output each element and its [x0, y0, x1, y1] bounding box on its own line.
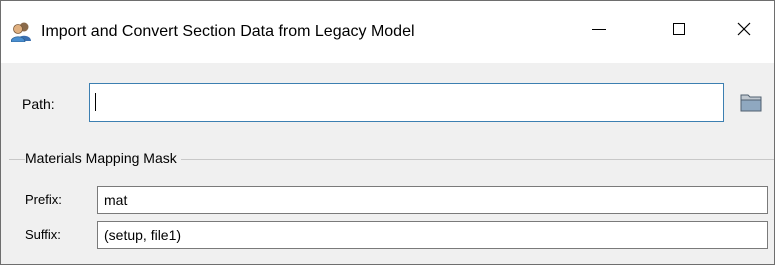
minimize-icon [591, 21, 607, 42]
people-icon [10, 20, 33, 43]
maximize-button[interactable] [656, 11, 702, 51]
dialog-window: Import and Convert Section Data from Leg… [0, 0, 775, 265]
title-bar: Import and Convert Section Data from Leg… [1, 1, 774, 63]
suffix-input[interactable] [97, 221, 768, 249]
minimize-button[interactable] [576, 11, 622, 51]
maximize-icon [671, 21, 687, 42]
text-caret [95, 93, 96, 111]
close-button[interactable] [721, 11, 767, 51]
path-input[interactable] [89, 83, 724, 122]
materials-mapping-title: Materials Mapping Mask [25, 150, 181, 166]
suffix-label: Suffix: [25, 227, 61, 242]
prefix-input[interactable] [97, 186, 768, 214]
close-icon [736, 21, 752, 42]
prefix-label: Prefix: [25, 192, 62, 207]
browse-button[interactable] [736, 89, 766, 119]
dialog-body: Path: Materials Mapping Mask Prefix: Suf… [1, 63, 774, 264]
window-title: Import and Convert Section Data from Leg… [41, 23, 415, 40]
path-label: Path: [22, 96, 55, 112]
folder-icon [740, 92, 762, 117]
